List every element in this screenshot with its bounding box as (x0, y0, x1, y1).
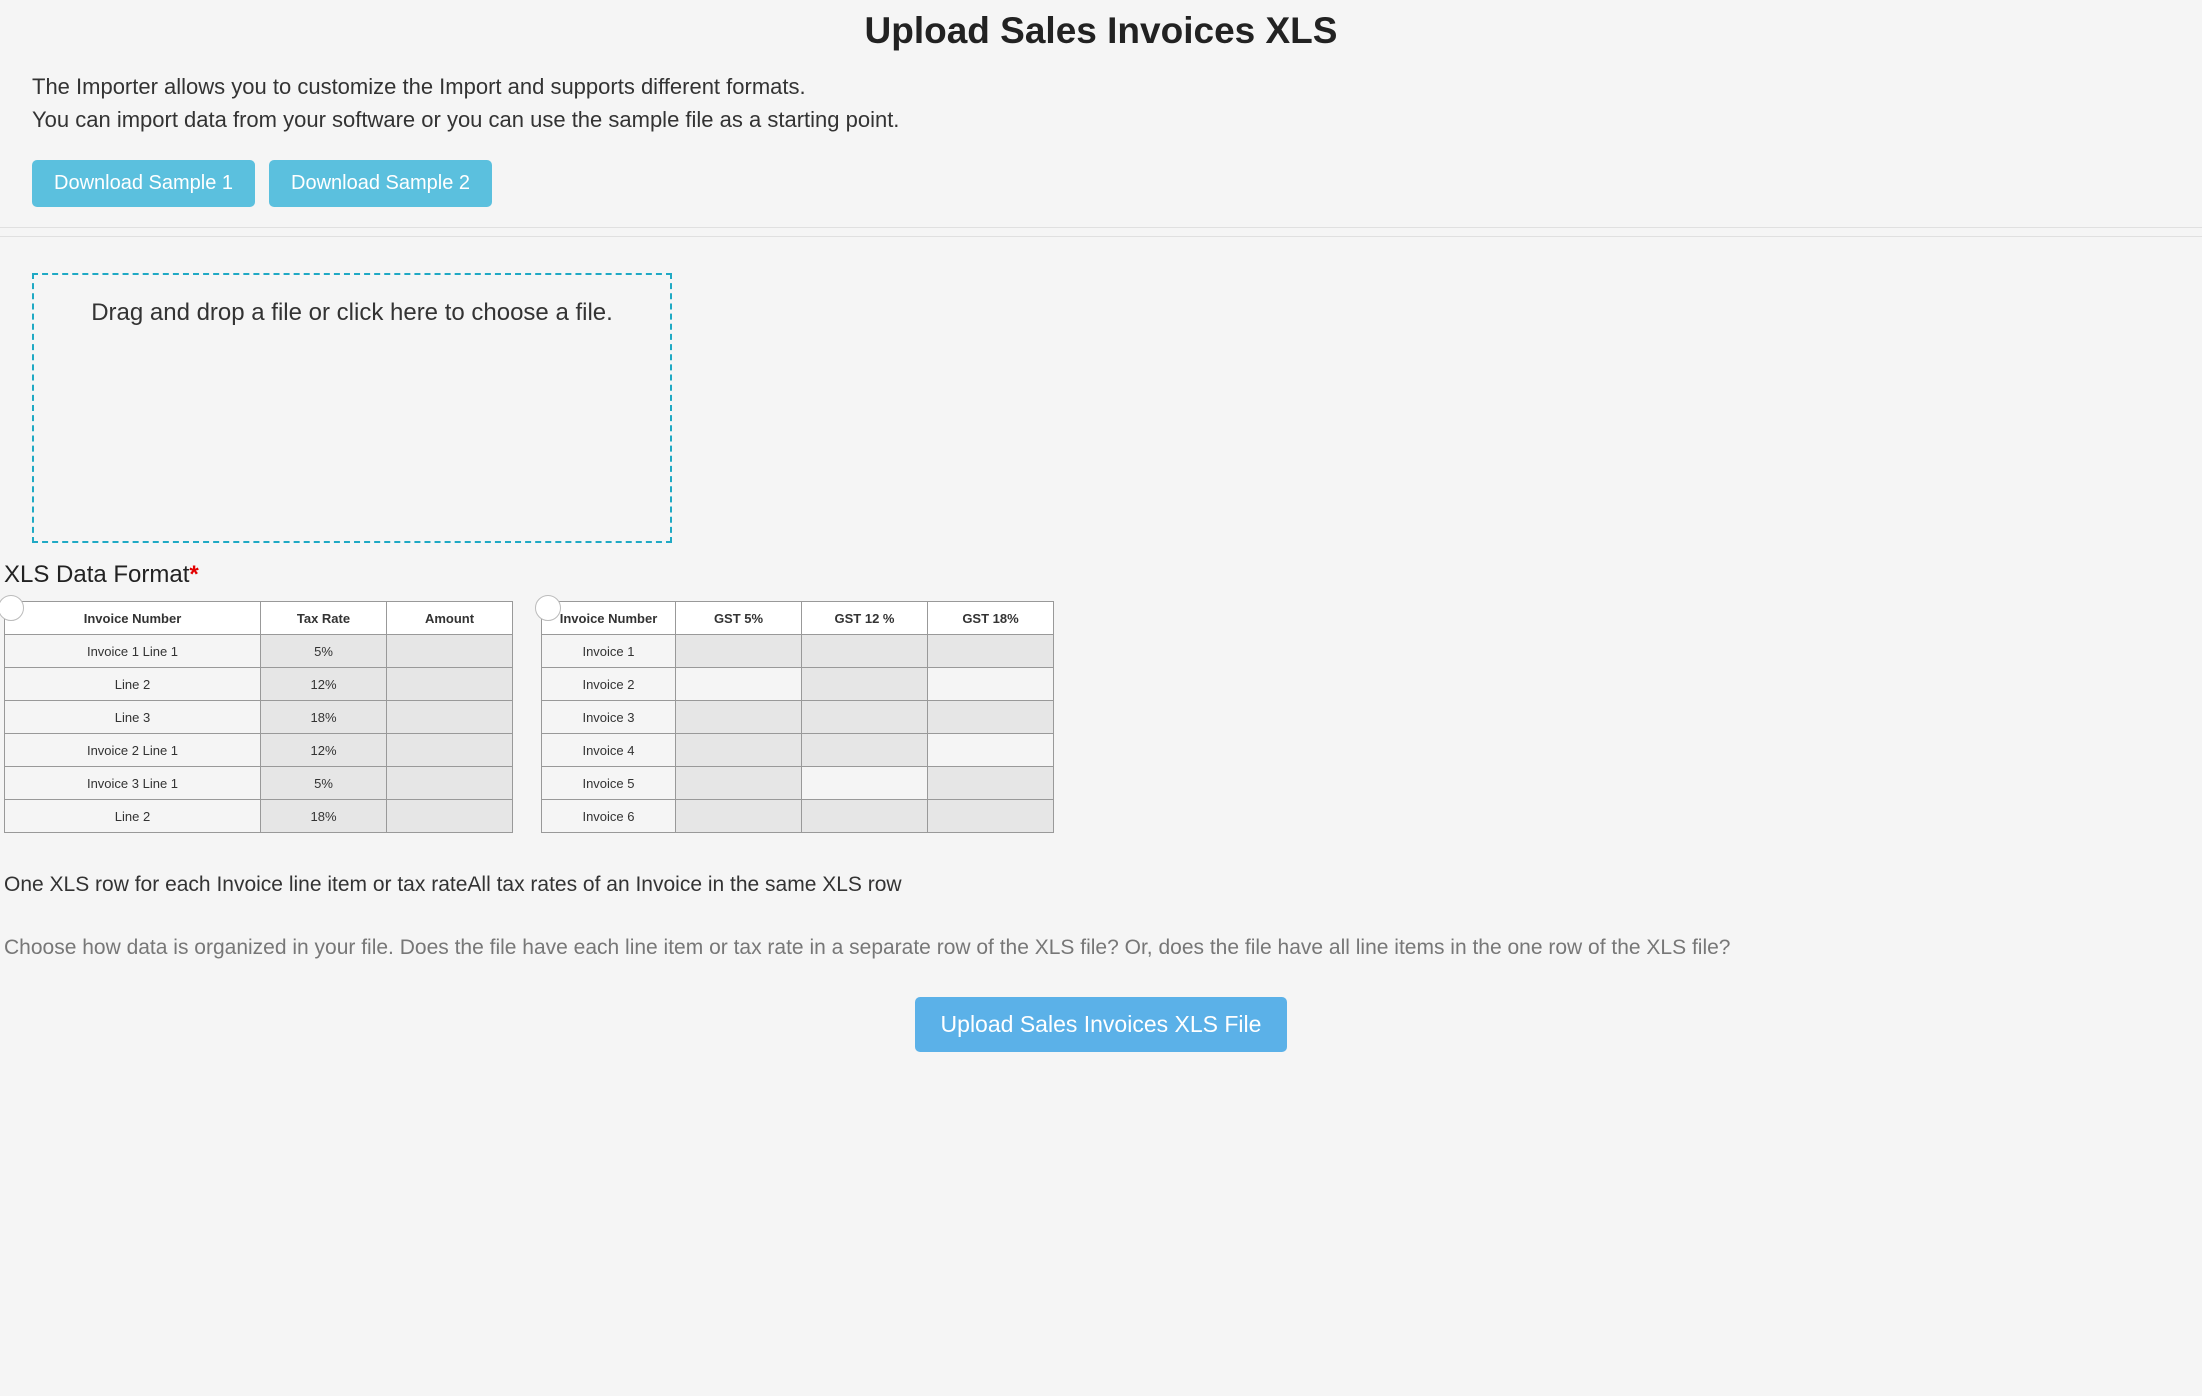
table-row: Line 2 18% (5, 800, 513, 833)
t1-cell (387, 734, 513, 767)
xls-format-label: XLS Data Format* (4, 561, 2170, 589)
t2-cell (928, 701, 1054, 734)
t2-cell (928, 767, 1054, 800)
t1-cell: Line 2 (5, 668, 261, 701)
t2-cell (802, 701, 928, 734)
t1-cell: Invoice 1 Line 1 (5, 635, 261, 668)
t1-cell (387, 635, 513, 668)
format-desc-2: All tax rates of an Invoice in the same … (467, 873, 901, 896)
t2-cell (802, 767, 928, 800)
sample-table-2: Invoice Number GST 5% GST 12 % GST 18% I… (541, 601, 1054, 833)
dropzone-text: Drag and drop a file or click here to ch… (91, 299, 613, 326)
t2-cell (802, 635, 928, 668)
t2-cell (676, 701, 802, 734)
upload-button-row: Upload Sales Invoices XLS File (32, 997, 2170, 1052)
t2-header-gst18: GST 18% (928, 602, 1054, 635)
upload-file-button[interactable]: Upload Sales Invoices XLS File (915, 997, 1288, 1052)
t2-cell (676, 767, 802, 800)
t2-cell (676, 668, 802, 701)
format-desc-1: One XLS row for each Invoice line item o… (4, 873, 467, 896)
t1-cell (387, 668, 513, 701)
format-descriptions: One XLS row for each Invoice line item o… (4, 873, 2170, 897)
t1-cell: Invoice 2 Line 1 (5, 734, 261, 767)
t2-cell: Invoice 3 (542, 701, 676, 734)
t2-cell (928, 635, 1054, 668)
file-dropzone[interactable]: Drag and drop a file or click here to ch… (32, 273, 672, 543)
format-help-text: Choose how data is organized in your fil… (4, 929, 2170, 967)
t1-cell (387, 701, 513, 734)
t2-cell (802, 734, 928, 767)
t1-header-invoice: Invoice Number (5, 602, 261, 635)
t2-cell (676, 734, 802, 767)
t1-header-amount: Amount (387, 602, 513, 635)
t2-header-invoice: Invoice Number (542, 602, 676, 635)
download-button-row: Download Sample 1 Download Sample 2 (32, 160, 2170, 207)
t1-cell: Invoice 3 Line 1 (5, 767, 261, 800)
format-options-row: Invoice Number Tax Rate Amount Invoice 1… (4, 601, 2170, 833)
t1-cell: Line 3 (5, 701, 261, 734)
t2-cell (802, 800, 928, 833)
table-row: Line 2 12% (5, 668, 513, 701)
t1-cell: 12% (261, 668, 387, 701)
t2-cell: Invoice 4 (542, 734, 676, 767)
table-row: Invoice 2 (542, 668, 1054, 701)
format-option-rows[interactable]: Invoice Number Tax Rate Amount Invoice 1… (4, 601, 513, 833)
intro-text: The Importer allows you to customize the… (32, 70, 2170, 136)
table-row: Invoice 3 (542, 701, 1054, 734)
t2-cell (928, 668, 1054, 701)
format-label-text: XLS Data Format (4, 561, 189, 588)
table-row: Invoice 3 Line 1 5% (5, 767, 513, 800)
table-row: Invoice 5 (542, 767, 1054, 800)
t1-cell (387, 767, 513, 800)
sample-table-1: Invoice Number Tax Rate Amount Invoice 1… (4, 601, 513, 833)
table-row: Invoice 1 Line 1 5% (5, 635, 513, 668)
t1-cell: 12% (261, 734, 387, 767)
t2-header-gst12: GST 12 % (802, 602, 928, 635)
t2-cell: Invoice 6 (542, 800, 676, 833)
download-sample-1-button[interactable]: Download Sample 1 (32, 160, 255, 207)
page-title: Upload Sales Invoices XLS (32, 0, 2170, 70)
table-row: Invoice 1 (542, 635, 1054, 668)
t2-cell (928, 800, 1054, 833)
t1-cell (387, 800, 513, 833)
t2-cell: Invoice 5 (542, 767, 676, 800)
t1-header-taxrate: Tax Rate (261, 602, 387, 635)
t2-header-gst5: GST 5% (676, 602, 802, 635)
table-row: Line 3 18% (5, 701, 513, 734)
t1-cell: 18% (261, 701, 387, 734)
t2-cell: Invoice 1 (542, 635, 676, 668)
intro-line-2: You can import data from your software o… (32, 107, 899, 132)
t2-cell (676, 635, 802, 668)
intro-line-1: The Importer allows you to customize the… (32, 74, 806, 99)
t2-cell (676, 800, 802, 833)
table-row: Invoice 6 (542, 800, 1054, 833)
t1-cell: Line 2 (5, 800, 261, 833)
t1-cell: 5% (261, 767, 387, 800)
t2-cell (802, 668, 928, 701)
format-option-columns[interactable]: Invoice Number GST 5% GST 12 % GST 18% I… (541, 601, 1054, 833)
download-sample-2-button[interactable]: Download Sample 2 (269, 160, 492, 207)
t1-cell: 18% (261, 800, 387, 833)
t2-cell: Invoice 2 (542, 668, 676, 701)
section-divider (0, 227, 2202, 237)
t2-cell (928, 734, 1054, 767)
table-row: Invoice 2 Line 1 12% (5, 734, 513, 767)
required-indicator: * (189, 561, 198, 588)
format-radio-2[interactable] (535, 595, 561, 621)
table-row: Invoice 4 (542, 734, 1054, 767)
t1-cell: 5% (261, 635, 387, 668)
